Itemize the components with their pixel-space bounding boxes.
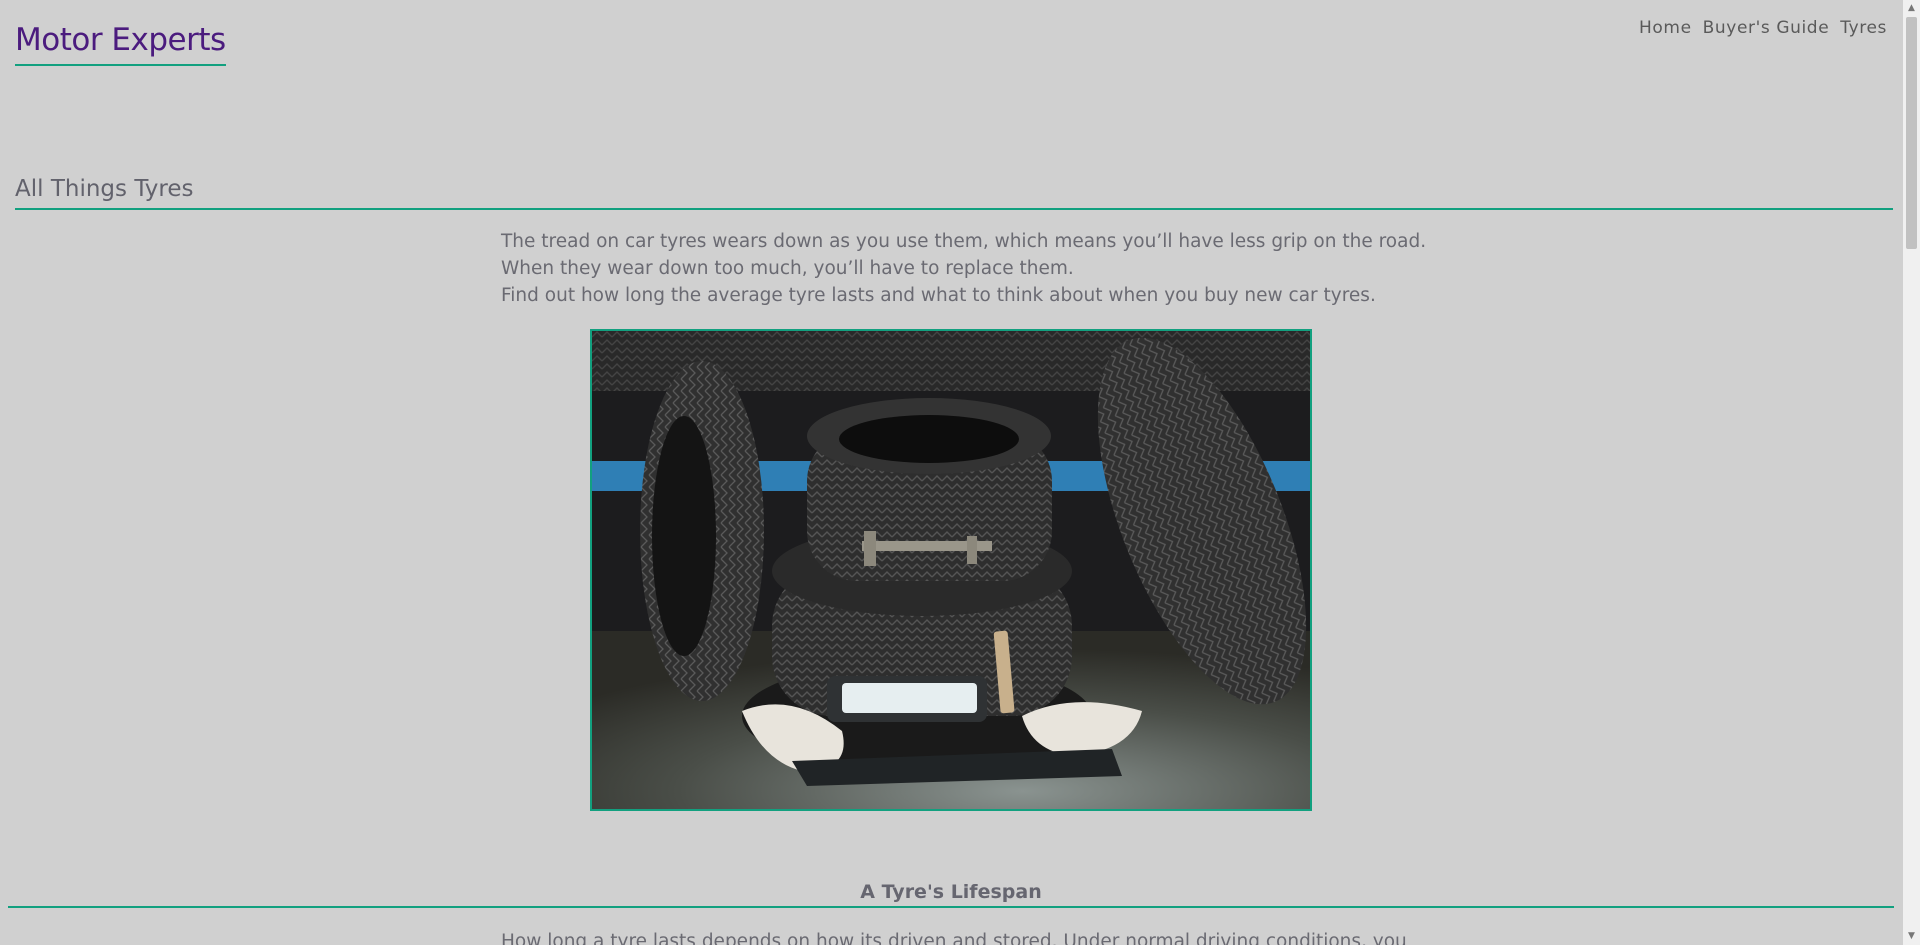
nav-home[interactable]: Home bbox=[1639, 16, 1692, 40]
scrollbar-thumb[interactable] bbox=[1906, 17, 1917, 249]
lifespan-heading: A Tyre's Lifespan bbox=[8, 878, 1894, 908]
nav-tyres[interactable]: Tyres bbox=[1840, 16, 1887, 40]
brand-logo-link[interactable]: Motor Experts bbox=[15, 18, 226, 66]
tyres-hero-image bbox=[590, 329, 1312, 811]
main-nav: Home Buyer's Guide Tyres bbox=[1639, 16, 1887, 40]
intro-line: Find out how long the average tyre lasts… bbox=[501, 285, 1376, 306]
scroll-up-arrow-icon[interactable]: ▲ bbox=[1903, 0, 1920, 17]
lifespan-paragraph: How long a tyre lasts depends on how its… bbox=[501, 931, 1407, 945]
vertical-scrollbar[interactable]: ▲ ▼ bbox=[1903, 0, 1920, 945]
page: Motor Experts Home Buyer's Guide Tyres A… bbox=[0, 0, 1920, 945]
tyres-illustration bbox=[592, 331, 1310, 809]
intro-text: The tread on car tyres wears down as you… bbox=[501, 228, 1501, 309]
scroll-down-arrow-icon[interactable]: ▼ bbox=[1903, 928, 1920, 945]
intro-line: The tread on car tyres wears down as you… bbox=[501, 231, 1427, 252]
intro-line: When they wear down too much, you’ll hav… bbox=[501, 258, 1074, 279]
page-title: All Things Tyres bbox=[15, 175, 1893, 210]
nav-buyers-guide[interactable]: Buyer's Guide bbox=[1703, 16, 1830, 40]
